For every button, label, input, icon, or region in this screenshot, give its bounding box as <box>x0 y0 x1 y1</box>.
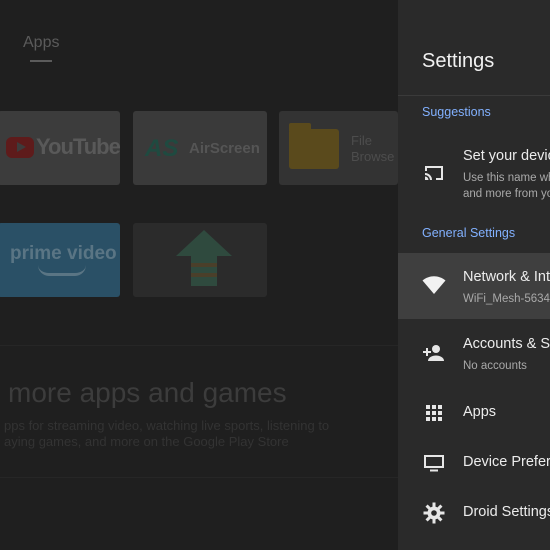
tab-apps[interactable]: Apps <box>23 34 59 52</box>
settings-item-subtitle: No accounts <box>463 360 527 372</box>
settings-item-subtitle: WiFi_Mesh-56341 <box>463 293 550 305</box>
promo-body: pps for streaming video, watching live s… <box>4 418 398 450</box>
settings-panel: Settings Suggestions Set your device nam… <box>398 0 550 550</box>
promo-title: more apps and games <box>8 377 287 408</box>
person-add-icon <box>423 345 444 361</box>
app-tile-label: prime video <box>10 243 117 264</box>
arrow-stripe-shape <box>191 273 217 277</box>
gear-icon <box>423 502 445 524</box>
title-divider <box>398 95 550 96</box>
page-title: Settings <box>422 50 495 72</box>
settings-item-title: Accounts & Sign In <box>463 336 550 352</box>
arrow-up-icon <box>176 230 232 256</box>
settings-item-accounts[interactable]: Accounts & Sign In No accounts <box>398 325 550 385</box>
settings-item-device-preferences[interactable]: Device Preferences <box>398 440 550 486</box>
section-divider <box>0 345 398 346</box>
play-icon <box>17 142 26 152</box>
folder-icon <box>289 129 339 169</box>
wifi-icon <box>422 276 446 294</box>
promo-line: aying games, and more on the Google Play… <box>4 434 289 449</box>
section-heading-suggestions: Suggestions <box>422 105 491 119</box>
tab-underline <box>30 60 52 62</box>
suggestion-subtitle: Use this name wh and more from yo <box>463 172 550 200</box>
settings-item-network[interactable]: Network & Internet WiFi_Mesh-56341 <box>398 253 550 319</box>
cast-icon <box>425 166 443 180</box>
suggestion-title: Set your device name <box>463 148 550 164</box>
app-tile-arrow[interactable] <box>133 223 267 297</box>
app-tile-label: AirScreen <box>189 140 260 157</box>
launcher-background: Apps YouTube AS AirScreen File Browse pr… <box>0 0 398 550</box>
section-divider <box>0 477 398 478</box>
settings-item-droid-settings[interactable]: Droid Settings <box>398 490 550 536</box>
app-tile-file-browser[interactable]: File Browse <box>279 111 398 185</box>
apps-grid-icon <box>426 405 442 421</box>
promo-line: pps for streaming video, watching live s… <box>4 418 330 433</box>
settings-item-apps[interactable]: Apps <box>398 390 550 436</box>
airscreen-logo-icon: AS <box>145 135 179 162</box>
settings-item-title: Apps <box>463 404 497 420</box>
arrow-stem-shape <box>191 256 217 286</box>
suggestion-item-device-name[interactable]: Set your device name Use this name wh an… <box>398 138 550 210</box>
arrow-stripe-shape <box>191 263 217 267</box>
prime-smile-icon <box>38 265 86 276</box>
app-tile-label: File Browse <box>351 133 395 164</box>
tv-icon <box>424 455 444 472</box>
settings-item-title: Device Preferences <box>463 454 550 470</box>
app-tile-youtube[interactable]: YouTube <box>0 111 120 185</box>
section-heading-general: General Settings <box>422 226 516 240</box>
settings-item-title: Droid Settings <box>463 504 550 520</box>
app-tile-label: YouTube <box>36 134 120 159</box>
app-tile-airscreen[interactable]: AS AirScreen <box>133 111 267 185</box>
app-tile-prime-video[interactable]: prime video <box>0 223 120 297</box>
settings-item-title: Network & Internet <box>463 269 550 285</box>
